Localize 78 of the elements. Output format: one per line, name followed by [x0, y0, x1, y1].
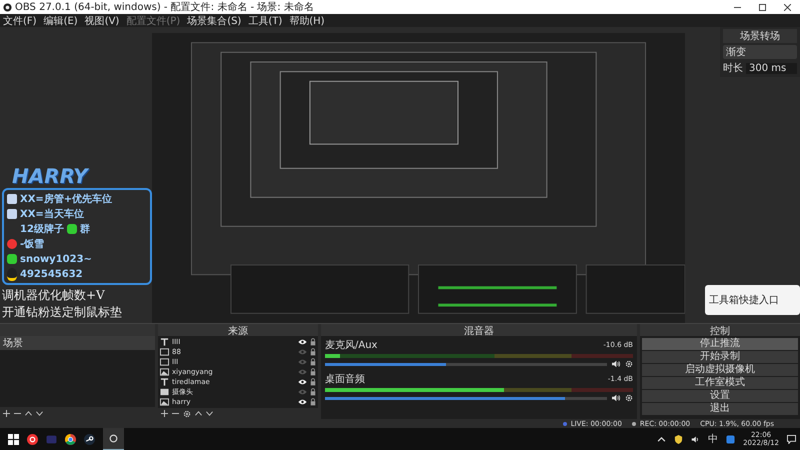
channel-name: 桌面音频: [325, 372, 365, 386]
move-up-icon[interactable]: [25, 410, 32, 416]
add-icon[interactable]: [3, 410, 10, 416]
music-app-icon[interactable]: [27, 434, 38, 444]
lock-icon[interactable]: [310, 398, 316, 406]
caption-text: 开通钻粉送定制鼠标垫: [2, 304, 123, 321]
lock-icon[interactable]: [310, 388, 316, 396]
caption-text: 调机器优化帧数+V: [2, 287, 106, 304]
shield-icon[interactable]: [674, 434, 684, 444]
logo-text: HARRY: [11, 164, 90, 188]
image-icon: [160, 398, 169, 406]
settings-icon[interactable]: [625, 394, 633, 402]
game-launcher-icon[interactable]: [84, 434, 95, 444]
speaker-icon[interactable]: [691, 434, 700, 444]
app-logo-icon: [3, 2, 12, 12]
move-down-icon[interactable]: [206, 410, 213, 417]
dock-title: 混音器: [321, 324, 637, 336]
overlay-text: XX=当天车位: [20, 207, 84, 221]
browser-icon[interactable]: [65, 434, 76, 444]
start-icon[interactable]: [8, 434, 19, 444]
app-tray-icon[interactable]: [726, 434, 736, 444]
settings-icon[interactable]: [625, 360, 633, 368]
control-button[interactable]: 开始录制: [642, 351, 798, 363]
duration-field[interactable]: 300 ms: [746, 62, 797, 74]
move-down-icon[interactable]: [36, 410, 43, 416]
volume-slider[interactable]: [325, 362, 607, 366]
overlay-text: XX=房管+优先车位: [20, 192, 112, 206]
transition-dropdown[interactable]: 渐变: [723, 45, 797, 59]
duration-label: 时长: [723, 62, 743, 75]
menu-item[interactable]: 视图(V): [84, 14, 120, 28]
dock-title: 来源: [158, 324, 318, 336]
menu-item[interactable]: 工具(T): [248, 14, 282, 28]
chat-icon: [7, 254, 17, 264]
eye-icon[interactable]: [298, 339, 307, 345]
text-source-icon: [160, 378, 169, 386]
window-title: OBS 27.0.1 (64-bit, windows) - 配置文件: 未命名 - 场景: 未命名: [15, 0, 314, 14]
dock-title: 控制: [640, 324, 800, 336]
recorder-app-icon[interactable]: [108, 432, 119, 444]
overlay-text: 12级牌子: [20, 222, 64, 236]
notification-icon[interactable]: [787, 434, 796, 444]
lock-icon[interactable]: [310, 338, 316, 346]
control-button[interactable]: 设置: [642, 390, 798, 402]
overlay-text: 群: [80, 222, 90, 236]
camera-icon: [160, 388, 169, 396]
image-icon: [160, 368, 169, 376]
eye-icon[interactable]: [298, 399, 307, 405]
control-button[interactable]: 退出: [642, 403, 798, 415]
menu-item[interactable]: 场景集合(S): [187, 14, 242, 28]
overlay-text: snowy1023~: [20, 254, 92, 264]
scene-item[interactable]: 场景: [0, 336, 155, 350]
speaker-icon[interactable]: [611, 360, 621, 368]
chat-icon: [66, 224, 77, 234]
text-source-icon: [160, 338, 169, 346]
music-icon: [7, 239, 17, 249]
speaker-icon[interactable]: [611, 394, 621, 402]
menu-item[interactable]: 帮助(H): [289, 14, 325, 28]
settings-icon[interactable]: [183, 410, 191, 418]
panel-title: 场景转场: [723, 29, 797, 43]
control-button[interactable]: 工作室模式: [642, 377, 798, 389]
lock-icon[interactable]: [310, 358, 316, 366]
move-up-icon[interactable]: [195, 410, 202, 417]
lock-icon[interactable]: [310, 368, 316, 376]
channel-name: 麦克风/Aux: [325, 338, 378, 352]
widget-title: 工具箱快捷入口: [709, 295, 779, 306]
overlay-text: -饭雪: [20, 238, 44, 251]
add-icon[interactable]: [161, 410, 168, 417]
lock-icon[interactable]: [310, 348, 316, 356]
control-button[interactable]: 停止推流: [642, 338, 798, 350]
menu-item[interactable]: 文件(F): [3, 14, 37, 28]
eye-icon[interactable]: [298, 379, 307, 385]
lock-icon[interactable]: [310, 378, 316, 386]
close-icon[interactable]: [784, 4, 791, 10]
menu-item[interactable]: 编辑(E): [44, 14, 78, 28]
input-method-indicator[interactable]: 中: [708, 432, 718, 446]
control-button[interactable]: 启动虚拟摄像机: [642, 364, 798, 376]
maximize-icon[interactable]: [759, 4, 766, 10]
remove-icon[interactable]: [172, 410, 179, 417]
overlay-text: 492545632: [20, 268, 83, 280]
